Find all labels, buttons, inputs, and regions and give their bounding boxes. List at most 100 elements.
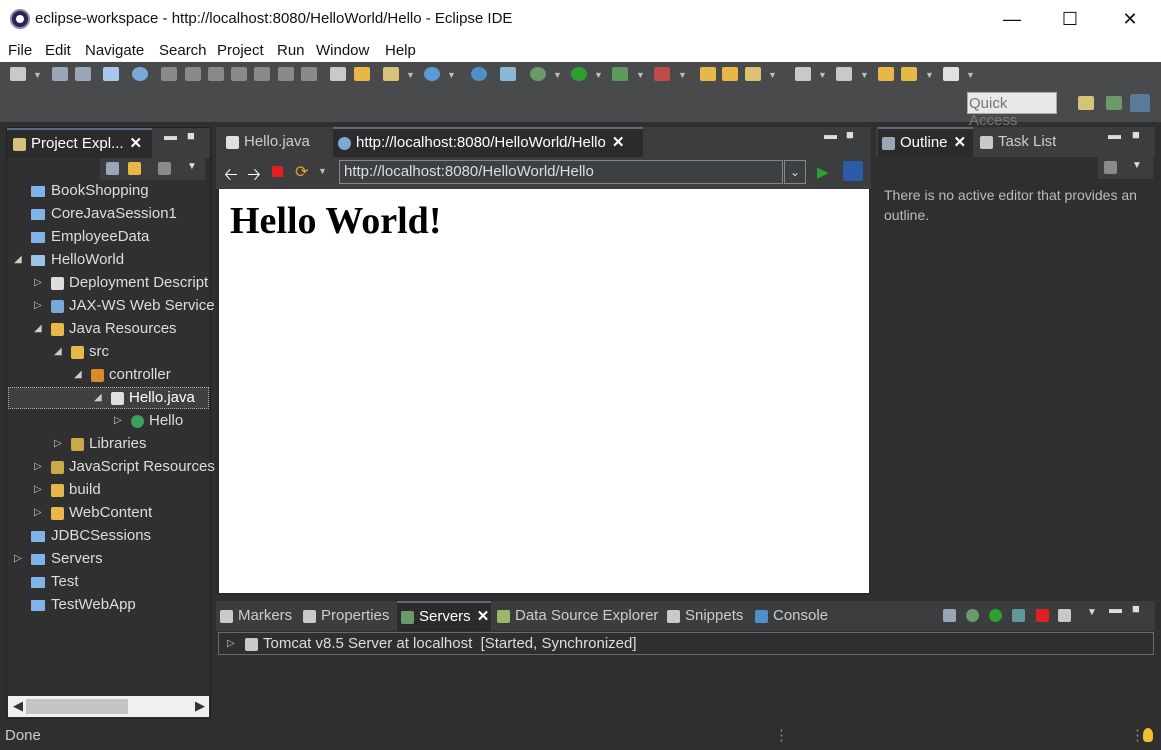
java-ee-perspective-icon[interactable] (1130, 94, 1150, 112)
expanded-twistie-icon[interactable]: ◢ (34, 323, 42, 334)
back-dropdown-icon[interactable]: ▼ (925, 70, 934, 80)
collapsed-twistie-icon[interactable]: ▷ (34, 300, 42, 311)
save-all-icon[interactable] (75, 67, 91, 81)
collapsed-twistie-icon[interactable]: ▷ (34, 461, 42, 472)
server-dropdown-icon[interactable]: ▼ (406, 70, 415, 80)
minimize-icon[interactable]: ▬ (1108, 127, 1121, 142)
annotation-dropdown-icon[interactable]: ▼ (768, 70, 777, 80)
web-service-icon[interactable] (424, 67, 440, 81)
url-history-dropdown-icon[interactable]: ⌄ (784, 160, 806, 184)
tree-item-webcontent[interactable]: WebContent (51, 504, 152, 521)
stop-server-icon[interactable] (1036, 609, 1049, 622)
debug-icon[interactable] (530, 67, 546, 81)
expanded-twistie-icon[interactable]: ◢ (74, 369, 82, 380)
view-menu-icon[interactable] (158, 162, 171, 175)
close-icon[interactable]: ✕ (477, 608, 490, 625)
collapsed-twistie-icon[interactable]: ▷ (14, 553, 22, 564)
tab-hello-java[interactable]: Hello.java (222, 127, 334, 157)
tree-item-jax-ws[interactable]: JAX-WS Web Service (51, 297, 215, 314)
forward-icon[interactable] (943, 67, 959, 81)
tree-item-bookshopping[interactable]: BookShopping (31, 182, 149, 199)
prev-annotation-dropdown-icon[interactable]: ▼ (860, 70, 869, 80)
step-into-icon[interactable] (254, 67, 270, 81)
collapsed-twistie-icon[interactable]: ▷ (114, 415, 122, 426)
terminal-icon[interactable] (103, 67, 119, 81)
web-browser-icon[interactable] (471, 67, 487, 81)
close-icon[interactable]: ✕ (612, 134, 625, 151)
forward-arrow-icon[interactable]: 🡢 (247, 162, 261, 191)
tree-item-testwebapp[interactable]: TestWebApp (31, 596, 136, 613)
open-console-icon[interactable] (330, 67, 346, 81)
prev-annotation-icon[interactable] (836, 67, 852, 81)
view-menu-icon[interactable] (1104, 161, 1117, 174)
link-with-editor-icon[interactable] (128, 162, 141, 175)
external-tools-icon[interactable] (654, 67, 670, 81)
publish-icon[interactable] (1058, 609, 1071, 622)
annotation-icon[interactable] (745, 67, 761, 81)
tree-item-src[interactable]: src (71, 343, 109, 360)
new-server-icon[interactable] (383, 67, 399, 81)
collapsed-twistie-icon[interactable]: ▷ (227, 638, 235, 649)
tree-item-jdbcsessions[interactable]: JDBCSessions (31, 527, 151, 544)
external-browser-icon[interactable] (843, 161, 863, 181)
tree-item-corejavasession1[interactable]: CoreJavaSession1 (31, 205, 177, 222)
view-menu-dropdown-icon[interactable]: ▼ (1087, 607, 1097, 618)
save-icon[interactable] (52, 67, 68, 81)
tab-task-list[interactable]: Task List (980, 127, 1070, 157)
view-menu-dropdown-icon[interactable]: ▼ (187, 161, 197, 172)
close-icon[interactable]: ✕ (130, 135, 143, 152)
tree-item-build[interactable]: build (51, 481, 101, 498)
menu-help[interactable]: Help (385, 42, 416, 59)
maximize-button[interactable]: ☐ (1041, 0, 1099, 38)
run-dropdown-icon[interactable]: ▼ (594, 70, 603, 80)
coverage-dropdown-icon[interactable]: ▼ (636, 70, 645, 80)
forward-dropdown-icon[interactable]: ▼ (966, 70, 975, 80)
tree-item-javascript-resources[interactable]: JavaScript Resources (51, 458, 215, 475)
tab-servers[interactable]: Servers ✕ (397, 601, 491, 631)
tab-outline[interactable]: Outline ✕ (878, 127, 973, 157)
start-server-icon[interactable] (989, 609, 1002, 622)
expanded-twistie-icon[interactable]: ◢ (94, 392, 102, 403)
tree-item-deployment-descriptor[interactable]: Deployment Descript (51, 274, 208, 291)
server-row[interactable]: ▷ Tomcat v8.5 Server at localhost [Start… (218, 632, 1154, 655)
url-input[interactable]: http://localhost:8080/HelloWorld/Hello (339, 160, 783, 184)
collapse-icon[interactable] (943, 609, 956, 622)
back-icon[interactable] (901, 67, 917, 81)
minimize-icon[interactable]: ▬ (824, 127, 837, 142)
collapse-all-icon[interactable] (106, 162, 119, 175)
run-icon[interactable] (571, 67, 587, 81)
tree-item-java-resources[interactable]: Java Resources (51, 320, 177, 337)
tree-item-servers[interactable]: Servers (31, 550, 103, 567)
web-service-explorer-icon[interactable] (500, 67, 516, 81)
menu-file[interactable]: File (8, 42, 32, 59)
tree-item-controller[interactable]: controller (91, 366, 171, 383)
tab-properties[interactable]: Properties (303, 601, 389, 631)
new-icon[interactable] (10, 67, 26, 81)
collapsed-twistie-icon[interactable]: ▷ (34, 484, 42, 495)
expanded-twistie-icon[interactable]: ◢ (14, 254, 22, 265)
menu-window[interactable]: Window (316, 42, 369, 59)
menu-search[interactable]: Search (159, 42, 207, 59)
scroll-left-icon[interactable]: ◀ (13, 698, 23, 714)
refresh-dropdown-icon[interactable]: ▼ (318, 166, 327, 176)
open-perspective-icon[interactable] (1078, 96, 1094, 110)
debug-perspective-icon[interactable] (1106, 96, 1122, 110)
minimize-icon[interactable]: ▬ (164, 128, 177, 143)
collapsed-twistie-icon[interactable]: ▷ (34, 507, 42, 518)
minimize-button[interactable]: — (983, 0, 1041, 38)
scroll-right-icon[interactable]: ▶ (195, 698, 205, 714)
tree-item-hello-class[interactable]: Hello (131, 412, 183, 429)
scrollbar-thumb[interactable] (26, 699, 128, 714)
last-edit-icon[interactable] (878, 67, 894, 81)
debug-dropdown-icon[interactable]: ▼ (553, 70, 562, 80)
quick-access-input[interactable]: Quick Access (967, 92, 1057, 129)
horizontal-scrollbar[interactable]: ◀ ▶ (8, 696, 209, 717)
tree-item-libraries[interactable]: Libraries (71, 435, 147, 452)
profile-server-icon[interactable] (1012, 609, 1025, 622)
tab-snippets[interactable]: Snippets (667, 601, 743, 631)
open-type-icon[interactable] (700, 67, 716, 81)
close-icon[interactable]: ✕ (954, 134, 967, 151)
maximize-icon[interactable]: ■ (846, 127, 854, 142)
step-over-icon[interactable] (278, 67, 294, 81)
resume-icon[interactable] (161, 67, 177, 81)
